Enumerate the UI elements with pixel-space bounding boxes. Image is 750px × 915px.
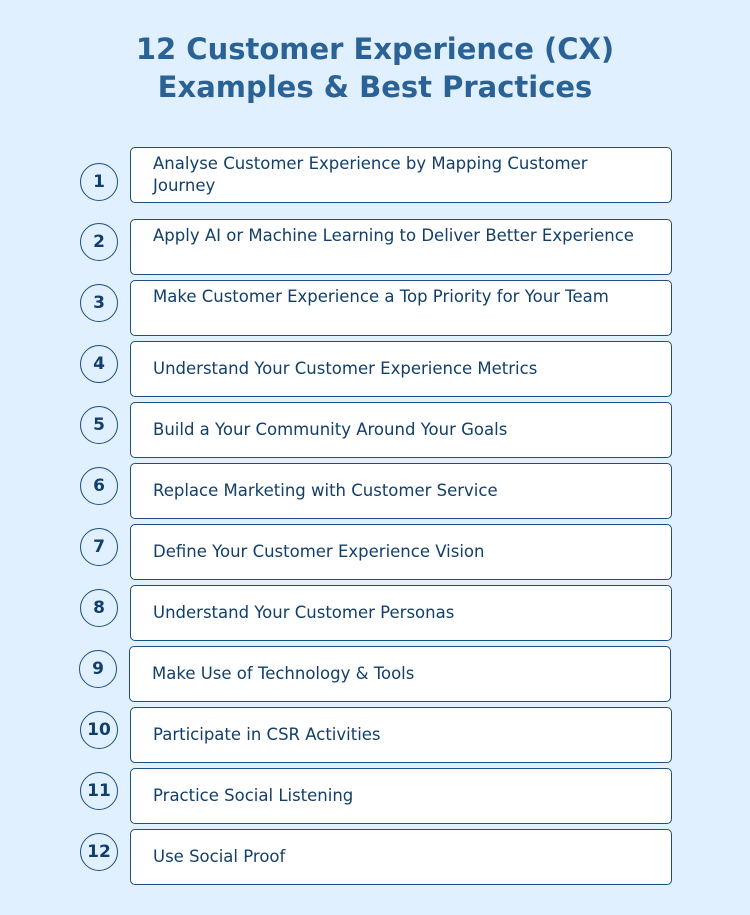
number-badge: 12 bbox=[80, 833, 118, 871]
item-card: Define Your Customer Experience Vision bbox=[130, 524, 672, 580]
item-text: Understand Your Customer Personas bbox=[153, 603, 455, 622]
number-badge: 8 bbox=[80, 589, 118, 627]
item-card: Use Social Proof bbox=[130, 829, 672, 885]
item-card: Understand Your Customer Personas bbox=[130, 585, 672, 641]
number-badge: 7 bbox=[80, 528, 118, 566]
number-badge: 5 bbox=[80, 406, 118, 444]
item-card: Practice Social Listening bbox=[130, 768, 672, 824]
number-badge: 2 bbox=[80, 223, 118, 261]
item-text: Make Customer Experience a Top Priority … bbox=[153, 287, 609, 306]
item-card: Understand Your Customer Experience Metr… bbox=[130, 341, 672, 397]
item-text: Participate in CSR Activities bbox=[153, 725, 381, 744]
item-text: Practice Social Listening bbox=[153, 786, 354, 805]
item-text: Apply AI or Machine Learning to Deliver … bbox=[153, 226, 634, 245]
number-badge: 4 bbox=[80, 345, 118, 383]
number-badge: 10 bbox=[80, 711, 118, 749]
item-text: Build a Your Community Around Your Goals bbox=[153, 420, 508, 439]
item-card: Build a Your Community Around Your Goals bbox=[130, 402, 672, 458]
number-badge: 1 bbox=[80, 163, 118, 201]
title-line-2: Examples & Best Practices bbox=[157, 70, 593, 104]
item-card: Make Customer Experience a Top Priority … bbox=[130, 280, 672, 336]
item-text: Make Use of Technology & Tools bbox=[152, 664, 415, 683]
number-badge: 11 bbox=[80, 772, 118, 810]
item-card: Participate in CSR Activities bbox=[130, 707, 672, 763]
title-line-1: 12 Customer Experience (CX) bbox=[135, 32, 615, 66]
item-text: Define Your Customer Experience Vision bbox=[153, 542, 485, 561]
item-card: Apply AI or Machine Learning to Deliver … bbox=[130, 219, 672, 275]
number-badge: 9 bbox=[79, 650, 117, 688]
item-card: Replace Marketing with Customer Service bbox=[130, 463, 672, 519]
item-text: Analyse Customer Experience by Mapping C… bbox=[153, 154, 588, 195]
item-text: Understand Your Customer Experience Metr… bbox=[153, 359, 538, 378]
number-badge: 6 bbox=[80, 467, 118, 505]
item-text: Replace Marketing with Customer Service bbox=[153, 481, 498, 500]
item-card: Analyse Customer Experience by Mapping C… bbox=[130, 147, 672, 203]
item-text: Use Social Proof bbox=[153, 847, 286, 866]
number-badge: 3 bbox=[80, 284, 118, 322]
page-title: 12 Customer Experience (CX) Examples & B… bbox=[0, 30, 750, 106]
item-card: Make Use of Technology & Tools bbox=[129, 646, 671, 702]
